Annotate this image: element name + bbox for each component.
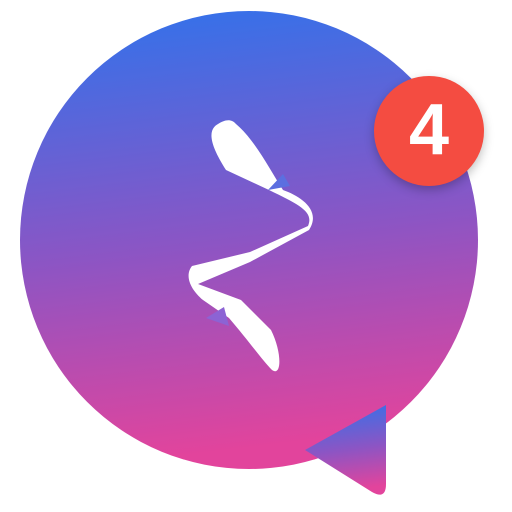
notification-badge: 4 <box>374 76 484 186</box>
notification-count: 4 <box>408 90 450 170</box>
